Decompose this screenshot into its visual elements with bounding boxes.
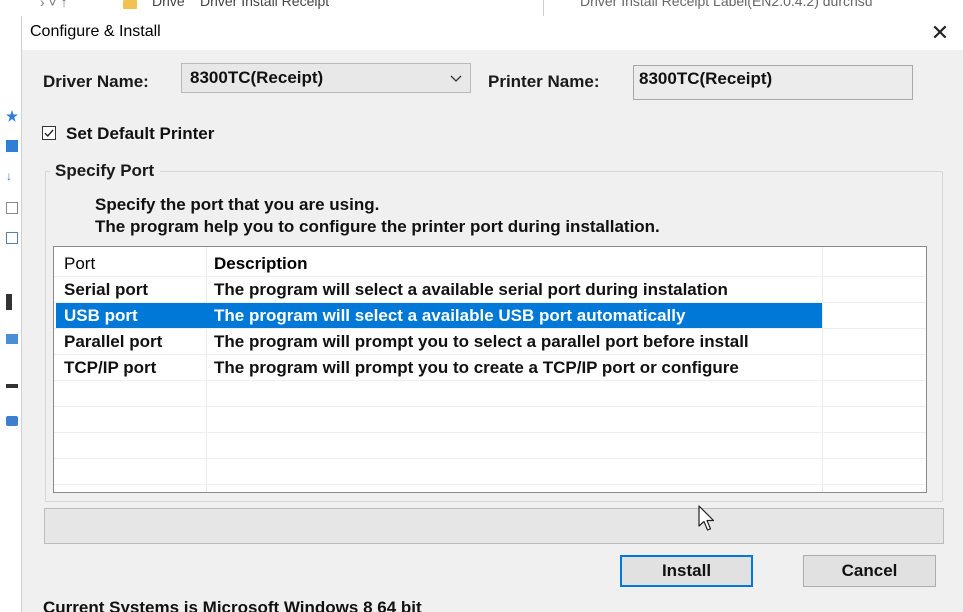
network-icon [6,416,18,426]
document-icon [6,202,18,214]
list-item-serial-port[interactable]: Serial port The program will select a av… [54,277,926,303]
driver-name-dropdown[interactable]: 8300TC(Receipt) [181,63,471,93]
set-default-printer-checkbox[interactable] [42,126,56,140]
star-icon [6,110,18,122]
list-item-usb-port[interactable]: USB port The program will select a avail… [54,303,926,329]
port-description: The program will select a available seri… [214,280,728,299]
empty-row [54,381,926,407]
driver-name-value: 8300TC(Receipt) [190,68,324,87]
empty-row [54,433,926,459]
desktop-icon [6,140,18,152]
download-icon: ↓ [6,169,12,183]
music-icon [6,294,12,310]
port-name: Parallel port [64,332,163,351]
cancel-button[interactable]: Cancel [803,555,936,587]
empty-row [54,407,926,433]
install-button[interactable]: Install [620,555,753,587]
printer-name-value: 8300TC(Receipt) [639,69,773,88]
configure-install-dialog: Configure & Install ✕ Driver Name: 8300T… [22,16,963,612]
specify-port-legend: Specify Port [50,161,161,181]
system-status-text: Current Systems is Microsoft Windows 8 6… [43,598,422,612]
list-item-tcpip-port[interactable]: TCP/IP port The program will prompt you … [54,355,926,381]
background-explorer-sidebar: ↓ [0,18,24,612]
this-pc-icon [6,334,18,344]
port-description: The program will prompt you to select a … [214,332,749,351]
screen: › ˅ ↑ Drive Driver Install Receipt Drive… [0,0,963,612]
port-name: TCP/IP port [64,358,157,377]
driver-name-label: Driver Name: [43,72,149,91]
nav-arrows-icon: › ˅ ↑ [40,0,68,10]
breadcrumb-driver-install[interactable]: Driver Install Receipt [200,0,329,9]
drive-icon [6,384,18,388]
close-button[interactable]: ✕ [925,20,955,46]
toolbar-divider [543,0,544,16]
port-name: USB port [64,306,138,325]
close-icon: ✕ [930,20,950,45]
port-instruction-line-1: Specify the port that you are using. [95,195,380,214]
empty-row [54,459,926,485]
port-name: Serial port [64,280,149,299]
printer-name-label: Printer Name: [488,72,600,91]
checkmark-icon [44,129,54,138]
column-header-port[interactable]: Port [64,254,95,274]
port-list[interactable]: Port Description Serial port The program… [53,246,927,493]
port-description: The program will prompt you to create a … [214,358,739,377]
list-item-parallel-port[interactable]: Parallel port The program will prompt yo… [54,329,926,355]
port-description: The program will select a available USB … [214,306,686,325]
chevron-down-icon [450,75,462,82]
title-bar[interactable]: Configure & Install ✕ [22,16,963,50]
mouse-cursor-icon [698,505,715,531]
background-search-box[interactable]: Driver Install Receipt Label(EN2.0.4.2) … [580,0,873,9]
folder-icon [123,0,137,9]
breadcrumb-drive[interactable]: Drive [152,0,185,9]
list-header: Port Description [54,251,926,277]
column-header-description[interactable]: Description [214,254,308,274]
set-default-printer-label: Set Default Printer [66,124,215,143]
install-progress-bar [44,508,944,544]
dialog-body: Driver Name: 8300TC(Receipt) Printer Nam… [22,50,963,612]
printer-name-field[interactable]: 8300TC(Receipt) [633,65,913,100]
window-title: Configure & Install [30,23,161,40]
picture-icon [6,232,18,244]
port-instruction-line-2: The program help you to configure the pr… [95,217,660,236]
